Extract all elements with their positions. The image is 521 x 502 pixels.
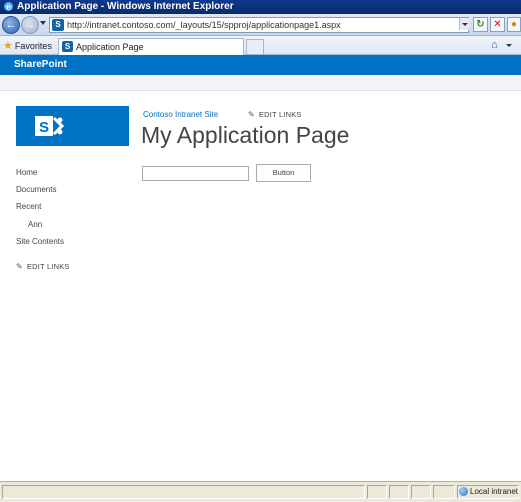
internet-explorer-icon: e [4, 2, 13, 12]
forward-arrow-icon: → [24, 19, 36, 31]
tab-label: Application Page [76, 42, 144, 52]
edit-links-top[interactable]: ✎ EDIT LINKS [248, 110, 302, 119]
address-toolbar: ← → S http://intranet.contoso.com/_layou… [0, 14, 521, 36]
favorites-label: Favorites [14, 41, 52, 51]
search-icon: ● [510, 19, 518, 30]
status-pane [367, 485, 387, 499]
status-bar: Local intranet [0, 481, 521, 502]
favorites-button[interactable]: ★ Favorites [3, 39, 52, 52]
address-dropdown-button[interactable] [459, 18, 469, 30]
sharepoint-logo-icon: S [35, 116, 65, 136]
refresh-icon: ↻ [476, 19, 485, 30]
status-text-pane [2, 485, 365, 499]
pencil-icon: ✎ [248, 110, 255, 119]
back-arrow-icon: ← [5, 19, 17, 31]
pencil-icon: ✎ [16, 262, 23, 271]
window-title: Application Page - Windows Internet Expl… [17, 1, 234, 12]
refresh-button[interactable]: ↻ [473, 17, 488, 32]
ribbon-band [0, 75, 521, 91]
nav-item-recent[interactable]: Recent [16, 202, 41, 211]
browser-tab-active[interactable]: S Application Page [58, 38, 244, 55]
edit-links-left[interactable]: ✎ EDIT LINKS [16, 262, 70, 271]
favorites-bar: ★ Favorites S Application Page ⌂ [0, 36, 521, 55]
nav-item-site-contents[interactable]: Site Contents [16, 237, 64, 246]
new-tab-button[interactable] [246, 39, 264, 54]
address-bar[interactable]: S http://intranet.contoso.com/_layouts/1… [49, 17, 469, 33]
edit-links-top-label: EDIT LINKS [258, 110, 302, 119]
edit-links-left-label: EDIT LINKS [26, 262, 70, 271]
search-button[interactable]: ● [507, 17, 521, 32]
stop-button[interactable]: ✕ [490, 17, 505, 32]
site-title-link[interactable]: Contoso Intranet Site [143, 110, 218, 119]
window-title-bar: e Application Page - Windows Internet Ex… [0, 0, 521, 14]
site-logo[interactable]: S [16, 106, 129, 146]
zone-label: Local intranet [470, 487, 519, 496]
svg-text:S: S [39, 119, 49, 136]
svg-text:e: e [6, 2, 11, 12]
security-zone-indicator[interactable]: Local intranet [457, 485, 519, 499]
globe-icon [459, 487, 468, 496]
back-button[interactable]: ← [2, 16, 20, 34]
status-pane [411, 485, 431, 499]
page-content: S Contoso Intranet Site ✎ EDIT LINKS My A… [0, 92, 521, 481]
stop-icon: ✕ [493, 19, 502, 30]
suite-bar: SharePoint [0, 55, 521, 75]
status-pane [433, 485, 455, 499]
favorites-star-icon: ★ [3, 40, 13, 52]
page-title: My Application Page [141, 122, 350, 148]
forward-button[interactable]: → [21, 16, 39, 34]
sharepoint-tab-icon: S [62, 41, 73, 52]
nav-item-ann[interactable]: Ann [28, 220, 42, 229]
address-url[interactable]: http://intranet.contoso.com/_layouts/15/… [67, 20, 341, 30]
action-button[interactable]: Button [256, 164, 311, 182]
home-dropdown[interactable] [506, 44, 512, 47]
sharepoint-favicon-icon: S [52, 19, 64, 31]
nav-item-documents[interactable]: Documents [16, 185, 56, 194]
nav-item-home[interactable]: Home [16, 168, 37, 177]
text-input[interactable] [142, 166, 249, 181]
recent-pages-dropdown[interactable] [40, 21, 46, 25]
sharepoint-brand-link[interactable]: SharePoint [14, 59, 67, 70]
home-icon[interactable]: ⌂ [491, 39, 498, 51]
status-pane [389, 485, 409, 499]
